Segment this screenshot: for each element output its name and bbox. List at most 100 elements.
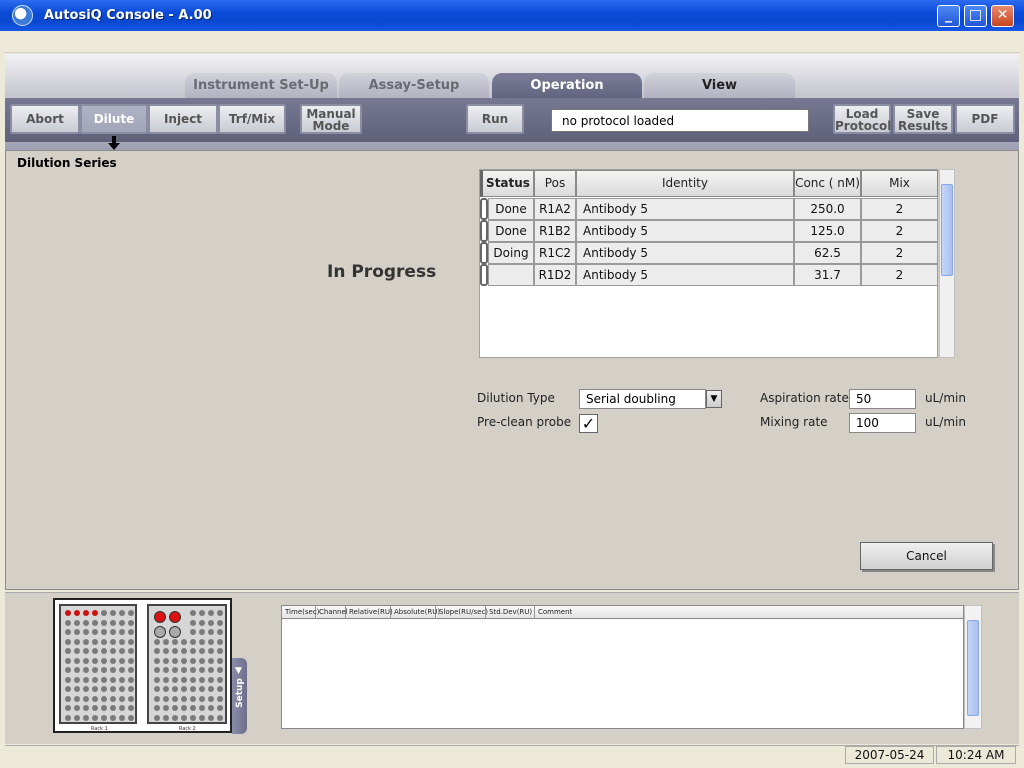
rack-well[interactable] <box>119 657 125 664</box>
rack-well[interactable] <box>163 705 169 711</box>
rack-vial[interactable] <box>169 626 181 638</box>
rack-well[interactable] <box>110 667 116 673</box>
rack-well[interactable] <box>154 676 160 683</box>
rack-well[interactable] <box>83 629 89 635</box>
rack-well[interactable] <box>128 648 134 654</box>
preclean-checkbox[interactable]: ✓ <box>579 414 598 433</box>
rack-well[interactable] <box>101 610 107 616</box>
rack-well[interactable] <box>74 705 80 711</box>
rack-well[interactable] <box>92 705 98 711</box>
rack-well[interactable] <box>65 714 71 721</box>
rack-well[interactable] <box>208 705 214 711</box>
rack-well[interactable] <box>74 676 80 683</box>
rack-well[interactable] <box>128 610 134 616</box>
rack-well[interactable] <box>119 695 125 702</box>
rack-well[interactable] <box>83 619 89 626</box>
abort-button[interactable]: Abort <box>10 104 80 134</box>
rack-well[interactable] <box>83 705 89 711</box>
rack-well[interactable] <box>217 648 223 654</box>
rack-well[interactable] <box>208 619 214 626</box>
rack-well[interactable] <box>154 705 160 711</box>
tab-assay-setup[interactable]: Assay-Setup <box>339 73 489 99</box>
rack-well[interactable] <box>181 714 187 721</box>
rack-well[interactable] <box>217 705 223 711</box>
rack-well[interactable] <box>172 648 178 654</box>
rack-well[interactable] <box>199 638 205 645</box>
rack-well[interactable] <box>65 619 71 626</box>
rack-well[interactable] <box>65 629 71 635</box>
row-handle[interactable] <box>480 198 488 220</box>
rack-well[interactable] <box>217 629 223 635</box>
row-handle[interactable] <box>480 242 488 264</box>
dilute-button[interactable]: Dilute <box>80 104 148 134</box>
rack-well[interactable] <box>101 629 107 635</box>
rack-well[interactable] <box>110 638 116 645</box>
rack-well[interactable] <box>83 657 89 664</box>
rack-well[interactable] <box>110 648 116 654</box>
rack-well[interactable] <box>163 714 169 721</box>
rack-well[interactable] <box>154 657 160 664</box>
rack-well[interactable] <box>101 638 107 645</box>
rack-well[interactable] <box>128 657 134 664</box>
rack-well[interactable] <box>154 648 160 654</box>
table-scrollbar[interactable] <box>939 169 955 358</box>
rack-well[interactable] <box>74 619 80 626</box>
rack-well[interactable] <box>110 676 116 683</box>
rack-well[interactable] <box>217 657 223 664</box>
rack-well[interactable] <box>217 695 223 702</box>
column-header-conc[interactable]: Conc ( nM) <box>794 170 861 197</box>
rack-well[interactable] <box>65 638 71 645</box>
rack-well[interactable] <box>101 676 107 683</box>
rack-well[interactable] <box>74 695 80 702</box>
rack-well[interactable] <box>119 714 125 721</box>
manual-mode-button[interactable]: Manual Mode <box>300 104 362 134</box>
pdf-button[interactable]: PDF <box>955 104 1015 134</box>
rack-well[interactable] <box>190 686 196 692</box>
rack-well[interactable] <box>163 648 169 654</box>
rack-well[interactable] <box>163 638 169 645</box>
rack-well[interactable] <box>128 629 134 635</box>
rack-well[interactable] <box>199 610 205 616</box>
rack-well[interactable] <box>119 667 125 673</box>
rack-well[interactable] <box>208 667 214 673</box>
rack-well[interactable] <box>74 714 80 721</box>
rack-well[interactable] <box>74 657 80 664</box>
chevron-down-icon[interactable]: ▼ <box>706 390 722 408</box>
rack-well[interactable] <box>110 695 116 702</box>
rack-well[interactable] <box>110 705 116 711</box>
rack-well[interactable] <box>128 619 134 626</box>
rack-well[interactable] <box>83 648 89 654</box>
rack-well[interactable] <box>128 705 134 711</box>
rack-well[interactable] <box>199 657 205 664</box>
rack-well[interactable] <box>154 686 160 692</box>
rack-well[interactable] <box>181 705 187 711</box>
rack-well[interactable] <box>190 676 196 683</box>
log-col-time[interactable]: Time(sec) <box>282 606 319 619</box>
rack-well[interactable] <box>128 714 134 721</box>
log-col-slope[interactable]: Slope(RU/sec) <box>436 606 488 619</box>
rack-well[interactable] <box>199 714 205 721</box>
rack-well[interactable] <box>65 686 71 692</box>
rack-well[interactable] <box>119 638 125 645</box>
maximize-button[interactable]: □ <box>964 5 987 27</box>
rack-well[interactable] <box>199 619 205 626</box>
rack-well[interactable] <box>110 686 116 692</box>
rack-well[interactable] <box>163 657 169 664</box>
rack-well[interactable] <box>83 714 89 721</box>
tab-operation[interactable]: Operation <box>492 73 642 99</box>
rack-well[interactable] <box>83 686 89 692</box>
setup-tab[interactable]: ▼ Setup <box>232 658 247 734</box>
log-col-stddev[interactable]: Std.Dev(RU) <box>486 606 535 619</box>
rack-well[interactable] <box>172 657 178 664</box>
scroll-thumb[interactable] <box>941 184 953 276</box>
mixing-rate-input[interactable]: 100 <box>849 413 916 433</box>
rack-well[interactable] <box>217 667 223 673</box>
rack-well[interactable] <box>92 686 98 692</box>
rack-well[interactable] <box>92 619 98 626</box>
rack-well[interactable] <box>190 648 196 654</box>
rack-2[interactable] <box>147 604 227 724</box>
rack-well[interactable] <box>83 638 89 645</box>
rack-well[interactable] <box>92 667 98 673</box>
rack-well[interactable] <box>190 610 196 616</box>
rack-well[interactable] <box>92 695 98 702</box>
